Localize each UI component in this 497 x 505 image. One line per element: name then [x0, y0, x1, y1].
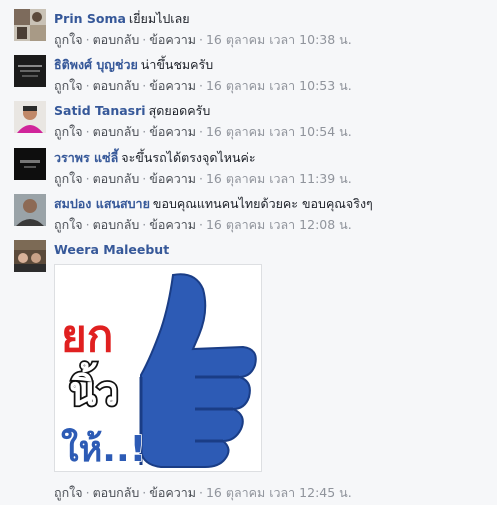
reply-link[interactable]: ตอบกลับ	[93, 124, 140, 139]
reply-link[interactable]: ตอบกลับ	[93, 171, 140, 186]
avatar[interactable]	[14, 55, 46, 87]
reply-link[interactable]: ตอบกลับ	[93, 485, 140, 500]
sticker-text-line3: ให้..!	[61, 427, 146, 470]
comment-author[interactable]: Prin Soma	[54, 11, 126, 26]
sticker-text-line1: ยก	[61, 311, 113, 362]
sticker-text-line2: นิ้ว	[69, 362, 119, 415]
message-link[interactable]: ข้อความ	[149, 78, 196, 93]
comment-author[interactable]: Weera Maleebut	[54, 242, 169, 257]
reply-link[interactable]: ตอบกลับ	[93, 32, 140, 47]
comment-timestamp[interactable]: 16 ตุลาคม เวลา 11:39 น.	[206, 171, 352, 186]
comment-text: สุดยอดครับ	[148, 103, 211, 118]
sticker-image[interactable]: ยก นิ้ว ให้..!	[54, 264, 262, 472]
like-link[interactable]: ถูกใจ	[54, 485, 83, 500]
comment-author[interactable]: ธิติพงศ์ บุญช่วย	[54, 57, 138, 72]
like-link[interactable]: ถูกใจ	[54, 78, 83, 93]
comment-author[interactable]: Satid Tanasri	[54, 103, 146, 118]
comment-text: จะขึ้นรถได้ตรงจุดไหนค่ะ	[121, 150, 256, 165]
comment-author[interactable]: วราพร แซ่ลี้	[54, 150, 118, 165]
comment-timestamp[interactable]: 16 ตุลาคม เวลา 12:08 น.	[206, 217, 352, 232]
avatar[interactable]	[14, 101, 46, 133]
message-link[interactable]: ข้อความ	[149, 32, 196, 47]
message-link[interactable]: ข้อความ	[149, 171, 196, 186]
reply-link[interactable]: ตอบกลับ	[93, 217, 140, 232]
message-link[interactable]: ข้อความ	[149, 217, 196, 232]
avatar[interactable]	[14, 194, 46, 226]
reply-link[interactable]: ตอบกลับ	[93, 78, 140, 93]
comment-timestamp[interactable]: 16 ตุลาคม เวลา 10:53 น.	[206, 78, 352, 93]
avatar[interactable]	[14, 148, 46, 180]
message-link[interactable]: ข้อความ	[149, 124, 196, 139]
comment-author[interactable]: สมปอง แสนสบาย	[54, 196, 150, 211]
message-link[interactable]: ข้อความ	[149, 485, 196, 500]
comment-timestamp[interactable]: 16 ตุลาคม เวลา 10:38 น.	[206, 32, 352, 47]
comment-timestamp[interactable]: 16 ตุลาคม เวลา 10:54 น.	[206, 124, 352, 139]
comment-text: ขอบคุณแทนคนไทยด้วยคะ ขอบคุณจริงๆ	[152, 196, 373, 211]
avatar[interactable]	[14, 9, 46, 41]
comment-text: เยี่ยมไปเลย	[128, 11, 190, 26]
like-link[interactable]: ถูกใจ	[54, 124, 83, 139]
like-link[interactable]: ถูกใจ	[54, 171, 83, 186]
like-link[interactable]: ถูกใจ	[54, 217, 83, 232]
like-link[interactable]: ถูกใจ	[54, 32, 83, 47]
comment-text: น่าขึ้นชมครับ	[140, 57, 214, 72]
comment-timestamp[interactable]: 16 ตุลาคม เวลา 12:45 น.	[206, 485, 352, 500]
avatar[interactable]	[14, 240, 46, 272]
